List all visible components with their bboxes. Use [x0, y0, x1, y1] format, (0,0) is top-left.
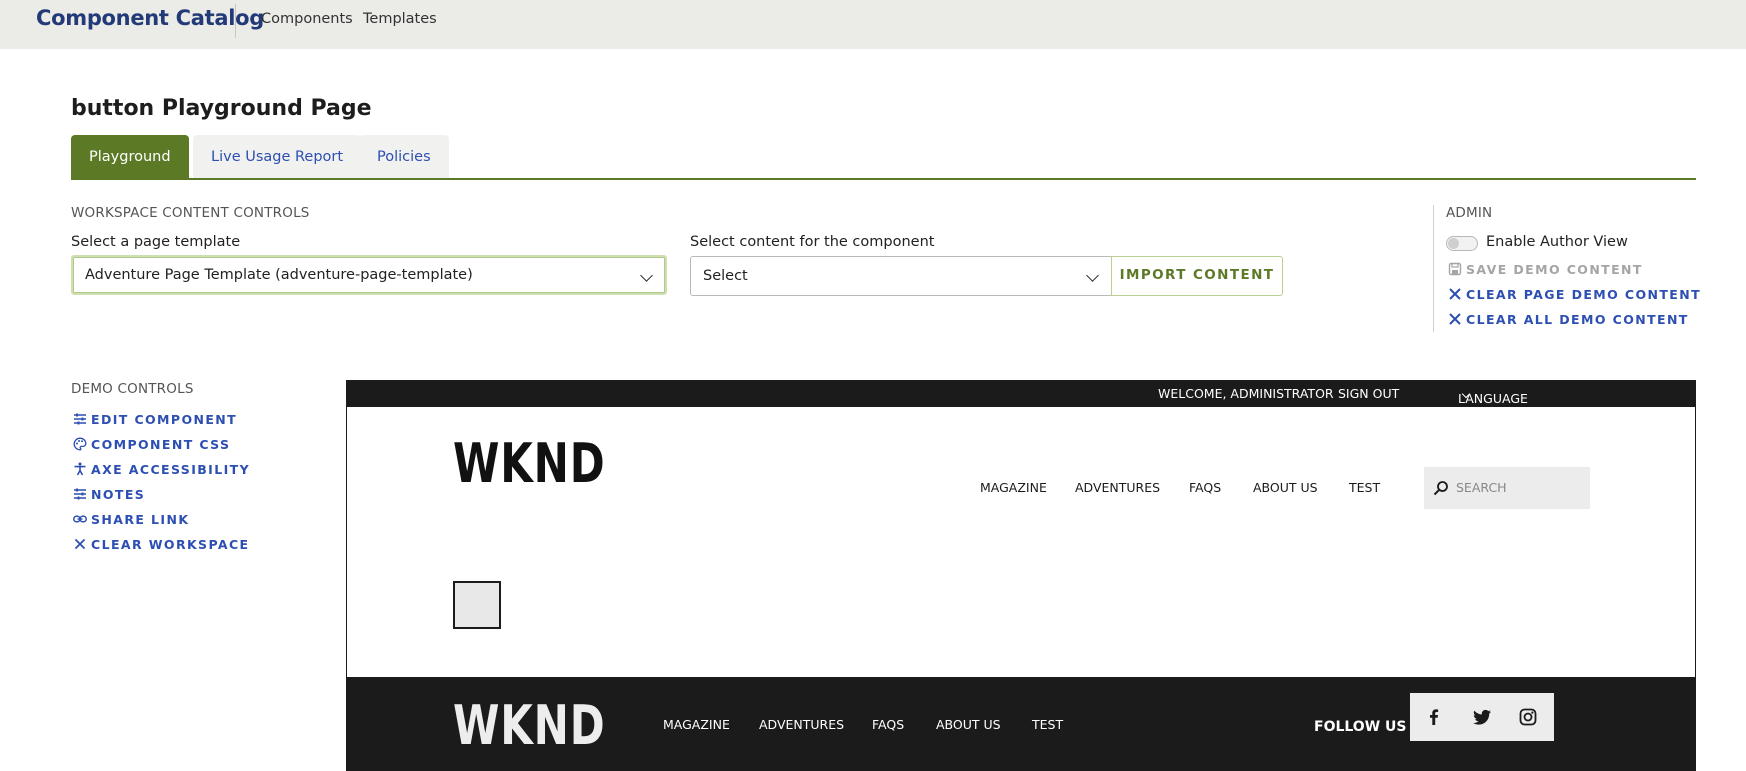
- sliders-icon: [74, 413, 86, 425]
- tab-playground[interactable]: Playground: [71, 135, 189, 180]
- preview-top-bar: WELCOME, ADMINISTRATOR SIGN OUT LANGUAGE: [347, 381, 1695, 407]
- share-link-label: SHARE LINK: [91, 512, 190, 527]
- notes-icon: [74, 488, 86, 500]
- nav-components[interactable]: Components: [261, 11, 353, 27]
- tab-policies[interactable]: Policies: [359, 135, 449, 180]
- admin-divider: [1433, 205, 1434, 332]
- preview-footer-nav-test[interactable]: TEST: [1032, 717, 1063, 732]
- clear-workspace-button[interactable]: CLEAR WORKSPACE: [73, 537, 249, 552]
- close-icon: [74, 538, 86, 550]
- clear-page-demo-label: CLEAR PAGE DEMO CONTENT: [1466, 287, 1702, 302]
- save-demo-content-button[interactable]: SAVE DEMO CONTENT: [1448, 262, 1643, 277]
- content-select-label: Select content for the component: [690, 234, 935, 250]
- search-icon: [1433, 481, 1448, 496]
- component-css-label: COMPONENT CSS: [91, 437, 231, 452]
- workspace-controls-heading: WORKSPACE CONTENT CONTROLS: [71, 205, 310, 221]
- preview-nav-adventures[interactable]: ADVENTURES: [1075, 480, 1160, 495]
- edit-component-label: EDIT COMPONENT: [91, 412, 238, 427]
- axe-accessibility-button[interactable]: AXE ACCESSIBILITY: [73, 462, 250, 477]
- top-bar: Component Catalog Components Templates: [0, 0, 1746, 49]
- preview-search-input[interactable]: SEARCH: [1424, 467, 1590, 509]
- content-select-value: Select: [703, 268, 748, 284]
- preview-nav-magazine[interactable]: MAGAZINE: [980, 480, 1047, 495]
- preview-sign-out-link[interactable]: SIGN OUT: [1338, 386, 1399, 401]
- chevron-down-icon: [1086, 269, 1099, 282]
- content-select[interactable]: Select: [690, 256, 1112, 296]
- preview-footer-nav-adventures[interactable]: ADVENTURES: [759, 717, 844, 732]
- brand-divider: [235, 4, 236, 38]
- clear-page-demo-content-button[interactable]: CLEAR PAGE DEMO CONTENT: [1448, 287, 1701, 302]
- facebook-icon[interactable]: [1424, 707, 1444, 727]
- edit-component-button[interactable]: EDIT COMPONENT: [73, 412, 237, 427]
- twitter-icon[interactable]: [1472, 707, 1492, 727]
- preview-nav-about-us[interactable]: ABOUT US: [1253, 480, 1318, 495]
- preview-search-placeholder: SEARCH: [1456, 480, 1507, 495]
- preview-footer-logo[interactable]: WKND: [453, 699, 605, 753]
- toggle-knob: [1448, 238, 1459, 249]
- preview-header-logo[interactable]: WKND: [453, 437, 605, 491]
- import-content-button[interactable]: IMPORT CONTENT: [1111, 256, 1283, 296]
- link-icon: [73, 515, 87, 523]
- chevron-down-icon: [640, 269, 653, 282]
- save-icon: [1448, 262, 1462, 276]
- demo-controls-heading: DEMO CONTROLS: [71, 381, 194, 397]
- template-select-value: Adventure Page Template (adventure-page-…: [85, 267, 473, 283]
- page-title: button Playground Page: [71, 96, 372, 121]
- preview-footer-nav-about-us[interactable]: ABOUT US: [936, 717, 1001, 732]
- close-icon: [1449, 288, 1461, 300]
- clear-workspace-label: CLEAR WORKSPACE: [91, 537, 250, 552]
- author-view-label: Enable Author View: [1486, 234, 1628, 250]
- preview-footer-nav-magazine[interactable]: MAGAZINE: [663, 717, 730, 732]
- clear-all-demo-content-button[interactable]: CLEAR ALL DEMO CONTENT: [1448, 312, 1689, 327]
- preview-welcome-text: WELCOME, ADMINISTRATOR: [1158, 386, 1334, 401]
- template-select[interactable]: Adventure Page Template (adventure-page-…: [71, 255, 667, 295]
- component-css-button[interactable]: COMPONENT CSS: [73, 437, 230, 452]
- component-preview-frame: WELCOME, ADMINISTRATOR SIGN OUT LANGUAGE…: [346, 380, 1696, 771]
- notes-button[interactable]: NOTES: [73, 487, 145, 502]
- preview-footer: WKND MAGAZINE ADVENTURES FAQS ABOUT US T…: [347, 677, 1695, 770]
- author-view-toggle[interactable]: [1446, 236, 1478, 251]
- preview-nav-faqs[interactable]: FAQS: [1189, 480, 1221, 495]
- notes-label: NOTES: [91, 487, 146, 502]
- instagram-icon[interactable]: [1518, 707, 1538, 727]
- axe-accessibility-label: AXE ACCESSIBILITY: [91, 462, 251, 477]
- save-demo-label: SAVE DEMO CONTENT: [1466, 262, 1643, 277]
- share-link-button[interactable]: SHARE LINK: [73, 512, 189, 527]
- follow-us-label: FOLLOW US: [1314, 719, 1407, 735]
- accessibility-icon: [74, 462, 86, 476]
- tab-live-usage-report[interactable]: Live Usage Report: [193, 135, 362, 180]
- nav-templates[interactable]: Templates: [363, 11, 437, 27]
- clear-all-demo-label: CLEAR ALL DEMO CONTENT: [1466, 312, 1689, 327]
- preview-nav-test[interactable]: TEST: [1349, 480, 1380, 495]
- template-select-label: Select a page template: [71, 234, 241, 250]
- button-component-preview[interactable]: [453, 581, 501, 629]
- preview-footer-nav-faqs[interactable]: FAQS: [872, 717, 904, 732]
- social-links: [1410, 693, 1554, 741]
- admin-heading: ADMIN: [1446, 205, 1493, 221]
- tab-underline: [71, 178, 1696, 180]
- palette-icon: [73, 437, 87, 451]
- close-icon: [1449, 313, 1461, 325]
- brand-logo[interactable]: Component Catalog: [36, 6, 264, 30]
